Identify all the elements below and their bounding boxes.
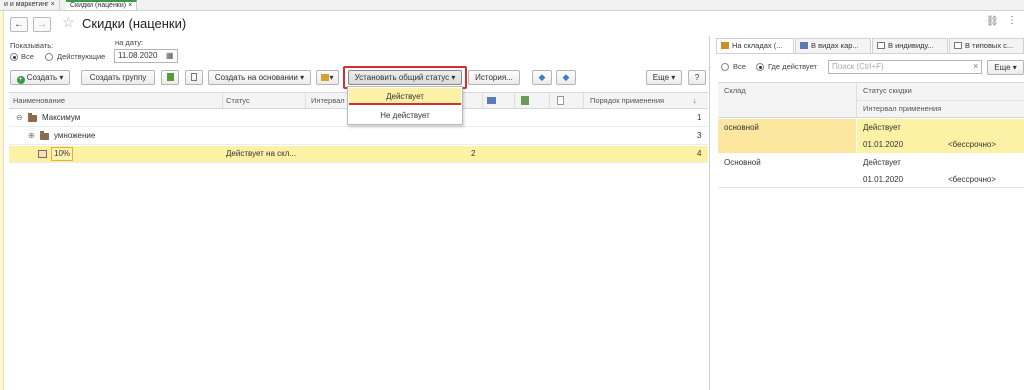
- right-radio-active-label: Где действует: [768, 62, 817, 71]
- radio-all-label: Все: [21, 52, 34, 61]
- tab-label: Скидки (наценки): [70, 2, 127, 9]
- col-warehouse[interactable]: Склад: [724, 83, 746, 98]
- page-title: Скидки (наценки): [82, 16, 187, 31]
- help-button[interactable]: ?: [688, 70, 706, 85]
- star-icon[interactable]: ☆: [62, 14, 75, 31]
- right-row-selected[interactable]: основной Действует 01.01.2020 <бессрочно…: [718, 119, 1024, 153]
- forward-button[interactable]: →: [33, 17, 51, 32]
- menu-item-active[interactable]: Действует: [349, 88, 461, 105]
- more-vert-icon[interactable]: ⋮: [1007, 15, 1017, 26]
- col-status[interactable]: Статус: [226, 93, 250, 108]
- radio-active-label: Действующие: [57, 52, 106, 61]
- plus-icon: +: [16, 76, 25, 84]
- move-down-icon[interactable]: ◆: [556, 70, 576, 85]
- table-row-selected[interactable]: 10% Действует на скл... 2 4: [9, 146, 708, 163]
- set-status-button[interactable]: Установить общий статус ▾: [348, 70, 462, 85]
- sort-icon[interactable]: ↓: [693, 93, 697, 108]
- close-icon[interactable]: ×: [51, 1, 55, 8]
- calendar-icon[interactable]: ▦: [166, 51, 174, 60]
- left-strip: [0, 11, 4, 390]
- col-name[interactable]: Наименование: [13, 93, 65, 108]
- tab-individual[interactable]: В индивиду...: [872, 38, 948, 53]
- discount-icon: [38, 150, 47, 158]
- folder-icon: [28, 113, 37, 122]
- history-button[interactable]: История...: [468, 70, 520, 85]
- radio-active[interactable]: [45, 53, 53, 61]
- right-radio-active[interactable]: [756, 63, 764, 71]
- tab-card-types[interactable]: В видах кар...: [795, 38, 871, 53]
- col-order[interactable]: Порядок применения: [590, 93, 664, 108]
- tab-marketing[interactable]: и и маркетинг ×: [0, 0, 60, 10]
- link-icon[interactable]: ⛓: [986, 16, 999, 27]
- file-col-icon: [557, 96, 564, 105]
- menu-item-inactive[interactable]: Не действует: [349, 107, 461, 124]
- person-icon: [877, 42, 885, 49]
- print-icon[interactable]: ▾: [316, 70, 339, 85]
- col-interval[interactable]: Интервал: [311, 93, 345, 108]
- create-group-button[interactable]: Создать группу: [81, 70, 155, 85]
- move-up-icon[interactable]: ◆: [532, 70, 552, 85]
- close-icon[interactable]: ×: [128, 2, 132, 9]
- doc-col-icon: [521, 96, 529, 105]
- collapse-icon[interactable]: ⊖: [16, 110, 23, 126]
- warehouse-icon: [721, 42, 729, 49]
- create-based-button[interactable]: Создать на основании ▾: [208, 70, 311, 85]
- table-row[interactable]: ⊕ умножение 3: [9, 128, 708, 145]
- right-grid-header: Склад Статус скидки Интервал применения: [718, 82, 1024, 118]
- date-label: на дату:: [115, 38, 144, 47]
- tab-discounts[interactable]: Скидки (наценки) ×: [66, 0, 138, 10]
- document-icon: [954, 42, 962, 49]
- create-button[interactable]: + Создать ▾: [10, 70, 70, 85]
- tab-typical[interactable]: В типовых с...: [949, 38, 1024, 53]
- right-radio-all[interactable]: [721, 63, 729, 71]
- right-more-button[interactable]: Еще ▾: [987, 60, 1024, 75]
- tab-warehouses[interactable]: На складах (...: [716, 38, 794, 53]
- back-button[interactable]: ←: [10, 17, 28, 32]
- radio-all[interactable]: [10, 53, 18, 61]
- clear-icon[interactable]: ×: [973, 61, 978, 71]
- card-icon: [800, 42, 808, 49]
- copy-icon[interactable]: [161, 70, 179, 85]
- image-col-icon: [487, 97, 496, 104]
- expand-icon[interactable]: ⊕: [28, 128, 35, 144]
- right-radio-all-label: Все: [733, 62, 746, 71]
- tab-label: и и маркетинг: [4, 1, 49, 8]
- col-interval[interactable]: Интервал применения: [863, 101, 941, 116]
- col-discount-status[interactable]: Статус скидки: [863, 83, 912, 98]
- report-icon[interactable]: [185, 70, 203, 85]
- status-dropdown: Действует Не действует: [347, 86, 463, 125]
- more-button[interactable]: Еще ▾: [646, 70, 682, 85]
- right-row[interactable]: Основной Действует 01.01.2020 <бессрочно…: [718, 154, 1024, 188]
- show-label: Показывать:: [10, 41, 54, 50]
- search-input[interactable]: Поиск (Ctrl+F): [828, 60, 982, 74]
- folder-icon: [40, 131, 49, 140]
- pane-divider[interactable]: [709, 36, 710, 390]
- tab-strip: и и маркетинг × Скидки (наценки) ×: [0, 0, 1024, 11]
